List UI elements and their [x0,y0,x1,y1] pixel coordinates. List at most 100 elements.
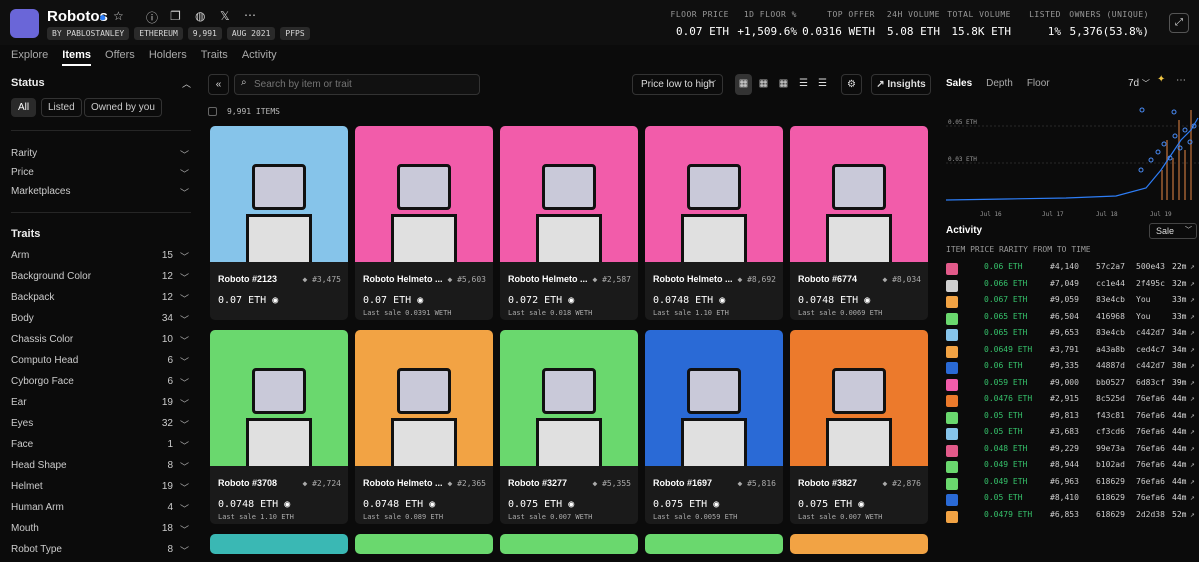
sale-to[interactable]: ced4c7 [1136,345,1165,354]
tab-holders[interactable]: Holders [149,49,187,66]
external-link-icon[interactable]: ↗ [1190,312,1195,321]
trait-row[interactable]: Ear 19 ﹀ [11,397,189,415]
sale-to[interactable]: 6d83cf [1136,378,1165,387]
trait-row[interactable]: Cyborgo Face 6 ﹀ [11,376,189,394]
sale-from[interactable]: 618629 [1096,510,1125,519]
sale-to[interactable]: 76efa6 [1136,427,1165,436]
item-card[interactable] [210,534,348,554]
trait-row[interactable]: Backpack 12 ﹀ [11,292,189,310]
external-link-icon[interactable]: ↗ [1190,361,1195,370]
expand-button[interactable]: ⤢ [1169,13,1189,33]
external-link-icon[interactable]: ↗ [1190,493,1195,502]
external-link-icon[interactable]: ↗ [1190,328,1195,337]
globe-icon[interactable]: ◍ [195,9,205,23]
select-all-checkbox[interactable] [208,107,217,116]
item-card[interactable]: Roboto Helmeto ... ◆ #5,603 0.07 ETH ◉ Last… [355,126,493,320]
chevron-up-icon[interactable]: ︿ [182,77,191,90]
external-link-icon[interactable]: ↗ [1190,510,1195,519]
trait-row[interactable]: Face 1 ﹀ [11,439,189,457]
sales-chart[interactable]: 0.05 ETH 0.03 ETH Jul 16 Jul 17 Jul 18 J… [946,100,1199,220]
filter-price[interactable]: Price ﹀ [11,167,189,185]
external-link-icon[interactable]: ↗ [1190,295,1195,304]
grid-large-icon[interactable]: ▦ [735,74,752,95]
trait-row[interactable]: Robot Type 8 ﹀ [11,544,189,562]
tab-depth[interactable]: Depth [986,78,1013,89]
sale-to[interactable]: 2f495c [1136,279,1165,288]
activity-row[interactable]: 0.05 ETH #8,410 618629 76efa6 44m ↗ [946,493,1198,509]
grid-medium-icon[interactable]: ▦ [755,74,772,95]
external-link-icon[interactable]: ↗ [1190,345,1195,354]
activity-row[interactable]: 0.06 ETH #4,140 57c2a7 500e43 22m ↗ [946,262,1198,278]
activity-row[interactable]: 0.048 ETH #9,229 99e73a 76efa6 44m ↗ [946,444,1198,460]
external-link-icon[interactable]: ↗ [1190,262,1195,271]
trait-row[interactable]: Mouth 18 ﹀ [11,523,189,541]
external-link-icon[interactable]: ↗ [1190,411,1195,420]
activity-row[interactable]: 0.0649 ETH #3,791 a43a8b ced4c7 34m ↗ [946,345,1198,361]
item-card[interactable] [500,534,638,554]
sale-from[interactable]: cc1e44 [1096,279,1125,288]
item-card[interactable]: Roboto #3277 ◆ #5,355 0.075 ETH ◉ Last sale… [500,330,638,524]
trait-row[interactable]: Eyes 32 ﹀ [11,418,189,436]
item-card[interactable]: Roboto Helmeto ... ◆ #2,365 0.0748 ETH ◉ La… [355,330,493,524]
list-icon[interactable]: ☰ [795,74,812,95]
activity-row[interactable]: 0.05 ETH #3,683 cf3cd6 76efa6 44m ↗ [946,427,1198,443]
sale-from[interactable]: 618629 [1096,493,1125,502]
creator-badge[interactable]: BY PABLOSTANLEY [47,27,130,40]
item-card[interactable]: Roboto #6774 ◆ #8,034 0.0748 ETH ◉ Last sal… [790,126,928,320]
sale-to[interactable]: You [1136,295,1150,304]
activity-row[interactable]: 0.0476 ETH #2,915 8c525d 76efa6 44m ↗ [946,394,1198,410]
sale-to[interactable]: 76efa6 [1136,411,1165,420]
status-listed[interactable]: Listed [41,98,82,117]
item-card[interactable] [645,534,783,554]
activity-row[interactable]: 0.049 ETH #6,963 618629 76efa6 44m ↗ [946,477,1198,493]
settings-icon[interactable]: ⚙ [841,74,862,95]
activity-row[interactable]: 0.049 ETH #8,944 b102ad 76efa6 44m ↗ [946,460,1198,476]
activity-row[interactable]: 0.059 ETH #9,000 bb0527 6d83cf 39m ↗ [946,378,1198,394]
external-link-icon[interactable]: ↗ [1190,394,1195,403]
item-card[interactable]: Roboto Helmeto ... ◆ #8,692 0.0748 ETH ◉ La… [645,126,783,320]
item-card[interactable]: Roboto Helmeto ... ◆ #2,587 0.072 ETH ◉ Las… [500,126,638,320]
sort-select[interactable]: Price low to high ﹀ [632,74,723,95]
sale-from[interactable]: 8c525d [1096,394,1125,403]
item-card[interactable]: Roboto #2123 ◆ #3,475 0.07 ETH ◉ [210,126,348,320]
sale-from[interactable]: 83e4cb [1096,328,1125,337]
external-link-icon[interactable]: ↗ [1190,477,1195,486]
x-icon[interactable]: 𝕏 [220,9,230,23]
collapse-sidebar-button[interactable]: « [208,74,229,95]
item-card[interactable]: Roboto #1697 ◆ #5,816 0.075 ETH ◉ Last sale… [645,330,783,524]
sale-from[interactable]: cf3cd6 [1096,427,1125,436]
trait-row[interactable]: Background Color 12 ﹀ [11,271,189,289]
sparkle-icon[interactable]: ✦ [1157,74,1165,85]
sale-from[interactable]: bb0527 [1096,378,1125,387]
sale-to[interactable]: 500e43 [1136,262,1165,271]
sale-to[interactable]: 76efa6 [1136,493,1165,502]
tab-traits[interactable]: Traits [201,49,228,66]
activity-row[interactable]: 0.065 ETH #9,653 83e4cb c442d7 34m ↗ [946,328,1198,344]
sale-to[interactable]: 76efa6 [1136,460,1165,469]
sale-to[interactable]: 76efa6 [1136,477,1165,486]
search-input[interactable] [234,74,480,95]
sale-from[interactable]: 44887d [1096,361,1125,370]
sale-from[interactable]: 57c2a7 [1096,262,1125,271]
tab-sales[interactable]: Sales [946,78,972,89]
sale-to[interactable]: You [1136,312,1150,321]
activity-row[interactable]: 0.066 ETH #7,049 cc1e44 2f495c 32m ↗ [946,279,1198,295]
tab-offers[interactable]: Offers [105,49,135,66]
trait-row[interactable]: Human Arm 4 ﹀ [11,502,189,520]
item-card[interactable] [790,534,928,554]
tab-floor[interactable]: Floor [1027,78,1050,89]
tab-activity[interactable]: Activity [242,49,277,66]
trait-row[interactable]: Chassis Color 10 ﹀ [11,334,189,352]
status-all[interactable]: All [11,98,37,117]
activity-row[interactable]: 0.065 ETH #6,504 416968 You 33m ↗ [946,312,1198,328]
sale-from[interactable]: a43a8b [1096,345,1125,354]
activity-row[interactable]: 0.0479 ETH #6,853 618629 2d2d38 52m ↗ [946,510,1198,526]
filter-rarity[interactable]: Rarity ﹀ [11,148,189,166]
activity-row[interactable]: 0.05 ETH #9,813 f43c81 76efa6 44m ↗ [946,411,1198,427]
sale-from[interactable]: b102ad [1096,460,1125,469]
item-card[interactable]: Roboto #3708 ◆ #2,724 0.0748 ETH ◉ Last sal… [210,330,348,524]
trait-row[interactable]: Arm 15 ﹀ [11,250,189,268]
sale-to[interactable]: 76efa6 [1136,394,1165,403]
sale-from[interactable]: f43c81 [1096,411,1125,420]
activity-row[interactable]: 0.067 ETH #9,059 83e4cb You 33m ↗ [946,295,1198,311]
